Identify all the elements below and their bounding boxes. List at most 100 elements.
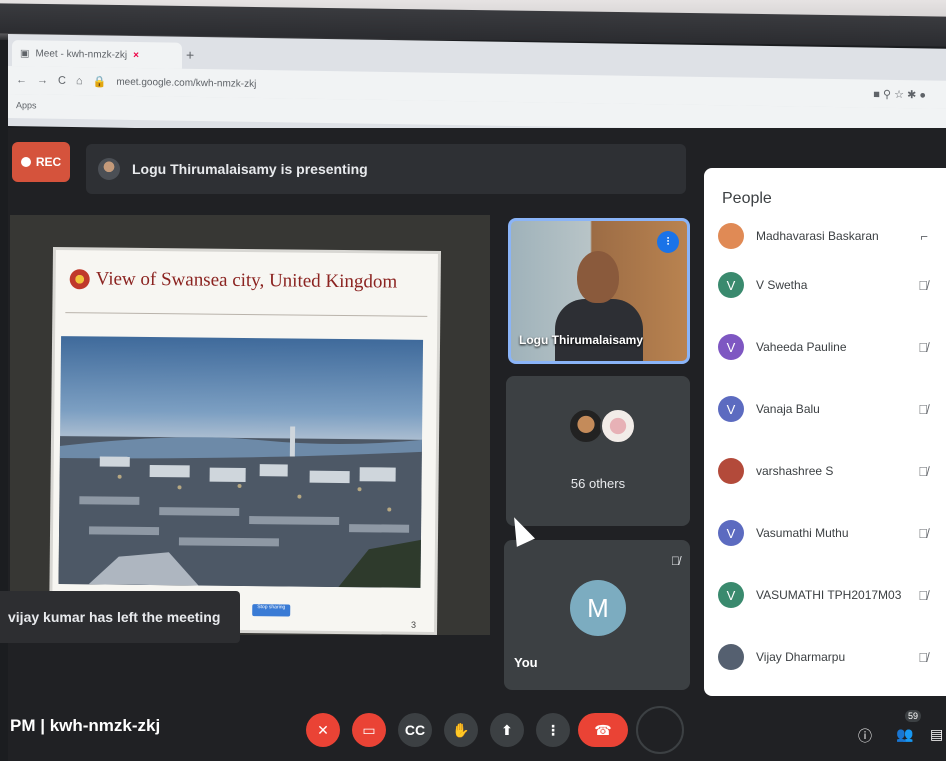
participant-avatar [568, 408, 604, 444]
participant-avatar: V [718, 520, 744, 546]
rec-label: REC [35, 155, 62, 169]
self-avatar: M [570, 580, 626, 636]
participant-avatar: V [718, 272, 744, 298]
toast-text: vijay kumar has left the meeting [8, 609, 221, 625]
slide-page-number: 3 [411, 619, 417, 630]
microphone-toggle-button[interactable]: ✕ [306, 713, 340, 747]
presenting-text: Logu Thirumalaisamy is presenting [132, 161, 368, 177]
mic-icon: ⌐ [920, 228, 928, 244]
browser-toolbar-icons: ■ ⚲ ☆ ✱ ● [873, 88, 926, 102]
mic-off-icon: 🎙̸ [671, 554, 680, 568]
others-count: 56 others [570, 476, 626, 491]
mic-off-icon: 🎙̸ [918, 587, 928, 603]
participant-avatar [600, 408, 636, 444]
participant-name: varshashree S [756, 464, 834, 478]
participant-name: Vanaja Balu [756, 402, 820, 416]
mic-off-icon: ✕ [317, 721, 329, 738]
participant-row[interactable]: varshashree S 🎙̸ [718, 440, 938, 502]
presenter-head [577, 251, 619, 303]
mic-off-icon: 🎙̸ [918, 463, 928, 479]
participant-avatar [718, 223, 744, 249]
forward-icon[interactable]: → [37, 74, 48, 86]
home-icon[interactable]: ⌂ [76, 75, 83, 87]
participant-name: V Swetha [756, 278, 808, 292]
camera-off-icon: ▭ [362, 721, 376, 738]
participant-row[interactable]: V V Swetha 🎙̸ [718, 254, 938, 316]
more-options-button[interactable]: ⋮ [536, 713, 570, 747]
present-icon: ⬆ [501, 721, 513, 738]
people-panel-title: People [722, 190, 772, 207]
participant-name: Vijay Dharmarpu [756, 650, 846, 664]
present-now-button[interactable]: ⬆ [490, 713, 524, 747]
participant-avatar [718, 644, 744, 670]
camera-toggle-button[interactable]: ▭ [352, 713, 386, 747]
meeting-code: PM | kwh-nmzk-zkj [10, 716, 161, 735]
recording-badge: REC [12, 142, 70, 182]
presentation-slide: View of Swansea city, United Kingdom Sto… [52, 250, 438, 632]
people-icon[interactable]: 👥 [896, 726, 913, 743]
others-avatars [568, 408, 636, 444]
slide-title: View of Swansea city, United Kingdom [69, 268, 420, 294]
participant-row[interactable]: V Vaheeda Pauline 🎙̸ [718, 316, 938, 378]
left-meeting-toast: vijay kumar has left the meeting [0, 591, 240, 643]
swansea-city-photo [58, 336, 424, 588]
presenter-body [555, 299, 643, 361]
participant-row[interactable]: V Vasumathi Muthu 🎙̸ [718, 502, 938, 564]
chat-icon[interactable]: ▤ [930, 726, 943, 743]
tab-close-icon[interactable]: × [133, 49, 139, 60]
raise-hand-button[interactable]: ✋ [444, 713, 478, 747]
mic-off-icon: 🎙̸ [918, 401, 928, 417]
speaking-indicator-icon: ⫶ [657, 231, 679, 253]
presenting-banner: Logu Thirumalaisamy is presenting [86, 144, 686, 194]
participant-list: Madhavarasi Baskaran ⌐ V V Swetha 🎙̸ V Vahee… [718, 218, 938, 688]
participant-row[interactable]: Vijay Dharmarpu 🎙̸ [718, 626, 938, 688]
mic-off-icon: 🎙̸ [918, 339, 928, 355]
presenter-avatar [98, 158, 120, 180]
captions-button[interactable]: CC [398, 713, 432, 747]
camera-icon[interactable]: ■ [873, 89, 880, 101]
presenter-video-tile[interactable]: ⫶ Logu Thirumalaisamy [508, 218, 690, 364]
hand-icon: ✋ [452, 721, 470, 738]
stop-sharing-button[interactable]: Stop sharing [252, 604, 291, 617]
participant-name: Madhavarasi Baskaran [756, 229, 879, 243]
apps-bookmark[interactable]: Apps [16, 100, 37, 110]
new-tab-button[interactable]: + [186, 47, 194, 63]
participant-count-badge: 59 [905, 710, 922, 722]
participant-name: Vasumathi Muthu [756, 526, 849, 540]
participant-name: Vaheeda Pauline [756, 340, 847, 354]
participant-row[interactable]: V Vanaja Balu 🎙̸ [718, 378, 938, 440]
meet-favicon-icon: ▣ [20, 47, 30, 59]
reaction-button[interactable] [636, 706, 684, 754]
participant-row[interactable]: V VASUMATHI TPH2017M03 🎙̸ [718, 564, 938, 626]
university-logo-icon [69, 269, 90, 290]
back-icon[interactable]: ← [16, 74, 27, 86]
tab-title: Meet - kwh-nmzk-zkj [35, 47, 128, 61]
browser-chrome: ▣ Meet - kwh-nmzk-zkj × + ← → C ⌂ 🔒 meet… [8, 34, 946, 141]
record-dot-icon [20, 157, 31, 167]
reload-icon[interactable]: C [58, 75, 66, 87]
people-panel: People Madhavarasi Baskaran ⌐ V V Swetha 🎙… [704, 168, 946, 696]
meeting-details-icon[interactable]: ⓘ [858, 726, 872, 746]
participant-avatar: V [718, 582, 744, 608]
browser-tab[interactable]: ▣ Meet - kwh-nmzk-zkj × [12, 40, 182, 69]
slide-title-text: View of Swansea city, United Kingdom [95, 268, 398, 293]
hang-up-icon: ☎ [594, 721, 612, 738]
url-field[interactable]: meet.google.com/kwh-nmzk-zkj [116, 76, 256, 89]
lock-icon: 🔒 [92, 75, 107, 89]
participant-avatar: V [718, 396, 744, 422]
captions-icon: CC [404, 722, 426, 738]
star-icon[interactable]: ☆ [894, 89, 904, 101]
others-tile[interactable]: 56 others [506, 376, 690, 526]
zoom-icon[interactable]: ⚲ [883, 89, 891, 101]
participant-name: VASUMATHI TPH2017M03 [756, 588, 902, 602]
self-label: You [514, 655, 538, 670]
participant-avatar [718, 458, 744, 484]
slide-divider [65, 312, 428, 317]
presenter-name: Logu Thirumalaisamy [519, 333, 644, 347]
participant-row[interactable]: Madhavarasi Baskaran ⌐ [718, 218, 938, 254]
more-vert-icon: ⋮ [546, 721, 560, 738]
leave-call-button[interactable]: ☎ [578, 713, 628, 747]
profile-icon[interactable]: ● [919, 89, 926, 101]
self-video-tile[interactable]: 🎙̸ M You [504, 540, 690, 690]
extensions-icon[interactable]: ✱ [907, 89, 916, 101]
